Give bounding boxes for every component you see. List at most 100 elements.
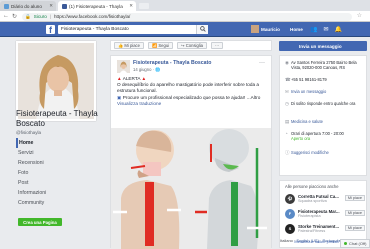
new-tab-button[interactable] [139,3,149,9]
current-language: Italiano [280,238,293,243]
user-name: Maurício [261,26,280,32]
url-field[interactable]: 🔒 Sicuro | https://www.facebook.com/fisi… [22,12,352,21]
info-suggest[interactable]: ⓘ Suggerisci modifiche [285,150,367,155]
info-text: Av Santos Ferreira 2750 Bairro Bela Vist… [291,60,357,71]
post-body-text: Procure um profissional especializado qu… [122,94,261,100]
alert-icon: ▲ [117,76,122,81]
tab-label: (1) Fisioterapeuta - Thayla [69,3,123,9]
page-title: Fisioterapeuta - Thayla Boscato [16,109,98,128]
browser-tab[interactable]: Diário do aluno ✕ [0,1,56,11]
profile-link[interactable]: Maurício [251,25,280,33]
like-button[interactable]: Mi piace [344,210,365,216]
follow-button[interactable]: 📶 Segui [147,42,174,49]
url-text: https://www.facebook.com/fisiothayla/ [53,14,131,19]
info-text: Invia un messaggio [291,89,327,94]
browser-tab-bar: Diário do aluno ✕ (1) Fisioterapeuta - T… [0,0,370,11]
home-link[interactable]: Home [290,27,303,32]
info-category[interactable]: ▤ Medicina e salute [285,119,367,124]
create-page-button[interactable]: Crea una Pagina [18,218,62,226]
friends-icon[interactable]: 👥 [310,26,317,33]
menu-item-posts[interactable]: Post [16,178,98,188]
post-author[interactable]: Fisioterapeuta - Thayla Boscato [133,60,211,66]
post-card: Fisioterapeuta - Thayla Boscato 14 giugn… [110,55,272,249]
facebook-header: f Fisioterapeuta - Thayla Boscato Mauríc… [0,22,370,37]
alert-text: ALERTA [122,76,141,81]
related-page[interactable]: ⚽ Corretta Futsal Ca... Squadra sportiva … [285,192,367,205]
open-now-label: Aperto ora [291,136,311,142]
search-input[interactable]: Fisioterapeuta - Thayla Boscato [58,24,208,34]
facebook-icon [62,3,67,9]
notification-icons: 👥 ✉ 🔔 [310,26,342,33]
related-page-category: Squadra sportiva [298,199,327,203]
send-message-button[interactable]: Invia un messaggio [279,41,367,51]
chat-bar[interactable]: Chat (Off) [340,239,370,248]
hashtag-icon: ▣ [117,94,122,100]
close-icon[interactable]: ✕ [49,3,53,9]
tab-label: Diário do aluno [11,3,42,9]
info-text: Suggerisci modifiche [291,150,329,155]
like-label: Mi piace [124,43,140,48]
menu-item-reviews[interactable]: Recensioni [16,158,98,168]
reload-icon[interactable]: ↻ [12,13,17,20]
related-page-category: Palestra/Fitness [298,229,326,233]
messenger-icon[interactable]: ✉ [323,26,328,33]
post-author-avatar[interactable] [117,60,130,73]
follow-label: Segui [158,43,170,48]
info-hours: ◔ Orari di apertura 7:00 - 20:00 Aperto or… [285,131,367,141]
share-button[interactable]: ↪ Consiglia [177,42,208,49]
info-text: Medicina e salute [291,119,323,124]
avatar [251,25,259,33]
like-button[interactable]: Mi piace [344,195,365,201]
search-icon[interactable] [196,24,208,34]
alert-icon: ▲ [141,76,147,81]
more-button[interactable]: ··· [211,42,224,49]
related-page-category: Fisioterapista [298,214,321,218]
info-phone: ☎ +55 51 98161-8179 [285,77,367,82]
share-label: Consiglia [185,43,204,48]
like-button[interactable]: 👍 Mi piace [114,42,144,49]
post-body: O desequilíbrio do aparelho mastigatório… [117,82,260,94]
info-text: Di solito risponde entro qualche ora [291,101,356,106]
search-value: Fisioterapeuta - Thayla Boscato [61,26,129,32]
close-icon[interactable]: ✕ [129,3,133,9]
avatar: F [285,208,295,219]
post-date[interactable]: 14 giugno · 🌐 [133,67,160,73]
send-message-label: Invia un messaggio [299,43,342,49]
like-button[interactable]: Mi piace [344,225,365,231]
page-handle[interactable]: @fisiothayla [16,130,41,135]
avatar: ⚽ [285,193,295,204]
page-action-bar: 👍 Mi piace 📶 Segui ↪ Consiglia ··· [110,40,272,51]
related-pages-header: Alle persone piacciono anche [285,184,339,189]
notifications-icon[interactable]: 🔔 [335,26,342,33]
lock-icon: 🔒 [25,13,31,19]
related-page[interactable]: S Storke Treinament... Palestra/Fitness M… [285,222,367,235]
document-icon [4,3,9,9]
info-response: ◷ Di solito risponde entro qualche ora [285,101,367,106]
info-address: ◉ Av Santos Ferreira 2750 Bairro Bela Vis… [285,60,367,70]
post-body-2: ▣ Procure um profissional especializado … [117,95,267,101]
menu-item-info[interactable]: Informazioni [16,188,98,198]
menu-item-services[interactable]: Servizi [16,148,98,158]
menu-item-photos[interactable]: Foto [16,168,98,178]
chat-status-icon [344,242,347,245]
related-page[interactable]: F Fisioterapeuta Mar... Fisioterapista Mi… [285,207,367,220]
info-text: +55 51 98161-8179 [291,77,327,82]
post-image[interactable] [111,128,271,249]
separator: | [49,14,51,19]
facebook-logo-icon[interactable]: f [46,24,55,35]
menu-item-home[interactable]: Home [16,138,98,148]
chat-label: Chat (Off) [349,241,367,246]
bookmark-star-icon[interactable]: ☆ [357,12,362,19]
page-menu: Home Servizi Recensioni Foto Post Inform… [16,138,98,208]
page-info-box: ◉ Av Santos Ferreira 2750 Bairro Bela Vis… [279,55,367,176]
post-text: ▲ ALERTA ▲ O desequilíbrio do aparelho m… [117,76,267,107]
security-label: Sicuro [33,14,47,19]
menu-item-community[interactable]: Community [16,198,98,208]
back-icon[interactable]: ← [3,13,9,19]
post-options-icon[interactable]: ··· [259,60,265,66]
avatar: S [285,223,295,234]
info-message[interactable]: ✉ Invia un messaggio [285,89,367,94]
address-bar: ← ↻ 🔒 Sicuro | https://www.facebook.com/… [0,11,370,22]
translate-link[interactable]: Visualizza traduzione [117,101,267,107]
browser-tab-active[interactable]: (1) Fisioterapeuta - Thayla ✕ [58,1,136,11]
